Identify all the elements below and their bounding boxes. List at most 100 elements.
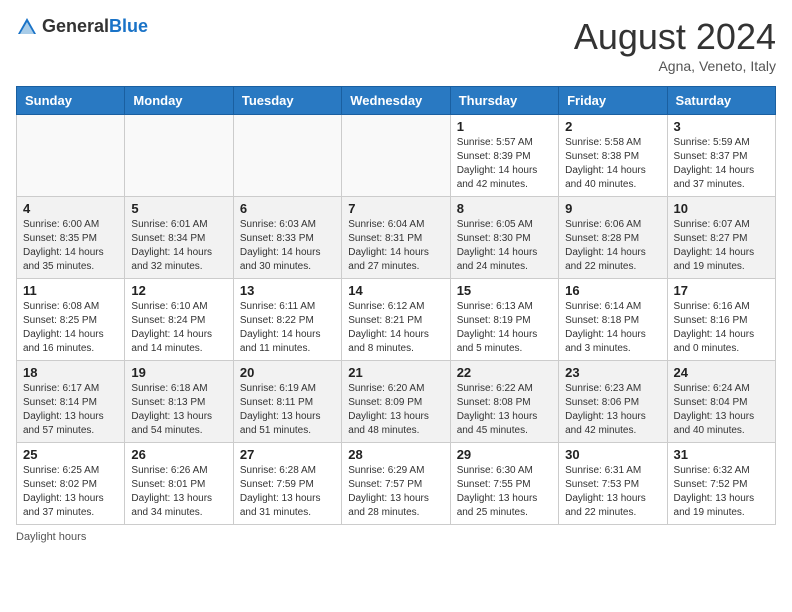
day-info: Sunrise: 6:31 AM Sunset: 7:53 PM Dayligh… xyxy=(565,464,660,520)
calendar-day-header: Monday xyxy=(125,87,233,115)
day-number: 6 xyxy=(240,201,335,216)
calendar-cell: 8 Sunrise: 6:05 AM Sunset: 8:30 PM Daylig… xyxy=(450,197,558,279)
calendar-day-header: Tuesday xyxy=(233,87,341,115)
day-info: Sunrise: 6:26 AM Sunset: 8:01 PM Dayligh… xyxy=(131,464,226,520)
calendar-cell: 28 Sunrise: 6:29 AM Sunset: 7:57 PM Dayli… xyxy=(342,443,450,525)
day-info: Sunrise: 6:25 AM Sunset: 8:02 PM Dayligh… xyxy=(23,464,118,520)
calendar-cell: 7 Sunrise: 6:04 AM Sunset: 8:31 PM Daylig… xyxy=(342,197,450,279)
calendar-cell: 23 Sunrise: 6:23 AM Sunset: 8:06 PM Dayli… xyxy=(559,361,667,443)
calendar-cell: 31 Sunrise: 6:32 AM Sunset: 7:52 PM Dayli… xyxy=(667,443,775,525)
day-number: 23 xyxy=(565,365,660,380)
calendar-cell: 21 Sunrise: 6:20 AM Sunset: 8:09 PM Dayli… xyxy=(342,361,450,443)
day-info: Sunrise: 6:07 AM Sunset: 8:27 PM Dayligh… xyxy=(674,218,769,274)
day-number: 9 xyxy=(565,201,660,216)
day-number: 15 xyxy=(457,283,552,298)
day-info: Sunrise: 6:06 AM Sunset: 8:28 PM Dayligh… xyxy=(565,218,660,274)
calendar-cell: 25 Sunrise: 6:25 AM Sunset: 8:02 PM Dayli… xyxy=(17,443,125,525)
calendar-cell: 27Sunrise: 6:28 AM Sunset: 7:59 PM Dayli… xyxy=(233,443,341,525)
calendar-week-row: 18Sunrise: 6:17 AM Sunset: 8:14 PM Dayli… xyxy=(17,361,776,443)
day-info: Sunrise: 6:14 AM Sunset: 8:18 PM Dayligh… xyxy=(565,300,660,356)
day-info: Sunrise: 6:22 AM Sunset: 8:08 PM Dayligh… xyxy=(457,382,552,438)
day-info: Sunrise: 6:08 AM Sunset: 8:25 PM Dayligh… xyxy=(23,300,118,356)
calendar: SundayMondayTuesdayWednesdayThursdayFrid… xyxy=(16,86,776,525)
logo: GeneralBlue xyxy=(16,16,148,38)
day-number: 19 xyxy=(131,365,226,380)
footer: Daylight hours xyxy=(16,531,776,543)
title-area: August 2024 Agna, Veneto, Italy xyxy=(574,16,776,74)
day-info: Sunrise: 5:59 AM Sunset: 8:37 PM Dayligh… xyxy=(674,136,769,192)
day-number: 25 xyxy=(23,447,118,462)
header: GeneralBlue August 2024 Agna, Veneto, It… xyxy=(16,16,776,74)
day-info: Sunrise: 6:17 AM Sunset: 8:14 PM Dayligh… xyxy=(23,382,118,438)
day-info: Sunrise: 6:20 AM Sunset: 8:09 PM Dayligh… xyxy=(348,382,443,438)
day-info: Sunrise: 6:13 AM Sunset: 8:19 PM Dayligh… xyxy=(457,300,552,356)
calendar-cell: 30 Sunrise: 6:31 AM Sunset: 7:53 PM Dayli… xyxy=(559,443,667,525)
calendar-cell: 16Sunrise: 6:14 AM Sunset: 8:18 PM Dayli… xyxy=(559,279,667,361)
day-info: Sunrise: 6:19 AM Sunset: 8:11 PM Dayligh… xyxy=(240,382,335,438)
daylight-hours-label: Daylight hours xyxy=(16,531,86,543)
calendar-cell: 14 Sunrise: 6:12 AM Sunset: 8:21 PM Dayli… xyxy=(342,279,450,361)
day-number: 22 xyxy=(457,365,552,380)
day-number: 7 xyxy=(348,201,443,216)
day-number: 5 xyxy=(131,201,226,216)
day-number: 20 xyxy=(240,365,335,380)
calendar-week-row: 25 Sunrise: 6:25 AM Sunset: 8:02 PM Dayli… xyxy=(17,443,776,525)
day-info: Sunrise: 6:29 AM Sunset: 7:57 PM Dayligh… xyxy=(348,464,443,520)
day-number: 29 xyxy=(457,447,552,462)
day-info: Sunrise: 6:24 AM Sunset: 8:04 PM Dayligh… xyxy=(674,382,769,438)
calendar-cell xyxy=(17,115,125,197)
logo-text: GeneralBlue xyxy=(42,17,148,37)
calendar-day-header: Sunday xyxy=(17,87,125,115)
day-number: 12 xyxy=(131,283,226,298)
calendar-cell: 24 Sunrise: 6:24 AM Sunset: 8:04 PM Dayli… xyxy=(667,361,775,443)
day-number: 10 xyxy=(674,201,769,216)
calendar-header-row: SundayMondayTuesdayWednesdayThursdayFrid… xyxy=(17,87,776,115)
day-number: 28 xyxy=(348,447,443,462)
day-number: 8 xyxy=(457,201,552,216)
day-number: 3 xyxy=(674,119,769,134)
day-number: 30 xyxy=(565,447,660,462)
day-info: Sunrise: 6:04 AM Sunset: 8:31 PM Dayligh… xyxy=(348,218,443,274)
day-info: Sunrise: 6:23 AM Sunset: 8:06 PM Dayligh… xyxy=(565,382,660,438)
calendar-cell: 5 Sunrise: 6:01 AM Sunset: 8:34 PM Daylig… xyxy=(125,197,233,279)
day-info: Sunrise: 6:32 AM Sunset: 7:52 PM Dayligh… xyxy=(674,464,769,520)
calendar-cell: 11Sunrise: 6:08 AM Sunset: 8:25 PM Dayli… xyxy=(17,279,125,361)
day-number: 4 xyxy=(23,201,118,216)
day-number: 21 xyxy=(348,365,443,380)
logo-general: General xyxy=(42,16,109,36)
day-number: 26 xyxy=(131,447,226,462)
day-number: 13 xyxy=(240,283,335,298)
day-info: Sunrise: 6:10 AM Sunset: 8:24 PM Dayligh… xyxy=(131,300,226,356)
calendar-cell: 10 Sunrise: 6:07 AM Sunset: 8:27 PM Dayli… xyxy=(667,197,775,279)
calendar-week-row: 11Sunrise: 6:08 AM Sunset: 8:25 PM Dayli… xyxy=(17,279,776,361)
day-number: 24 xyxy=(674,365,769,380)
calendar-week-row: 4Sunrise: 6:00 AM Sunset: 8:35 PM Daylig… xyxy=(17,197,776,279)
location: Agna, Veneto, Italy xyxy=(574,58,776,74)
calendar-day-header: Thursday xyxy=(450,87,558,115)
calendar-cell: 2 Sunrise: 5:58 AM Sunset: 8:38 PM Daylig… xyxy=(559,115,667,197)
day-info: Sunrise: 5:58 AM Sunset: 8:38 PM Dayligh… xyxy=(565,136,660,192)
day-number: 2 xyxy=(565,119,660,134)
day-info: Sunrise: 6:03 AM Sunset: 8:33 PM Dayligh… xyxy=(240,218,335,274)
calendar-cell: 1Sunrise: 5:57 AM Sunset: 8:39 PM Daylig… xyxy=(450,115,558,197)
calendar-week-row: 1Sunrise: 5:57 AM Sunset: 8:39 PM Daylig… xyxy=(17,115,776,197)
logo-icon xyxy=(16,16,38,38)
calendar-cell: 19 Sunrise: 6:18 AM Sunset: 8:13 PM Dayli… xyxy=(125,361,233,443)
calendar-cell: 9 Sunrise: 6:06 AM Sunset: 8:28 PM Daylig… xyxy=(559,197,667,279)
calendar-cell: 15 Sunrise: 6:13 AM Sunset: 8:19 PM Dayli… xyxy=(450,279,558,361)
day-info: Sunrise: 6:01 AM Sunset: 8:34 PM Dayligh… xyxy=(131,218,226,274)
day-info: Sunrise: 6:12 AM Sunset: 8:21 PM Dayligh… xyxy=(348,300,443,356)
calendar-day-header: Friday xyxy=(559,87,667,115)
calendar-cell: 13Sunrise: 6:11 AM Sunset: 8:22 PM Dayli… xyxy=(233,279,341,361)
day-number: 17 xyxy=(674,283,769,298)
day-number: 31 xyxy=(674,447,769,462)
calendar-day-header: Saturday xyxy=(667,87,775,115)
calendar-cell: 29Sunrise: 6:30 AM Sunset: 7:55 PM Dayli… xyxy=(450,443,558,525)
day-number: 1 xyxy=(457,119,552,134)
calendar-cell xyxy=(342,115,450,197)
calendar-cell xyxy=(233,115,341,197)
day-info: Sunrise: 6:18 AM Sunset: 8:13 PM Dayligh… xyxy=(131,382,226,438)
day-number: 14 xyxy=(348,283,443,298)
day-number: 27 xyxy=(240,447,335,462)
day-info: Sunrise: 6:05 AM Sunset: 8:30 PM Dayligh… xyxy=(457,218,552,274)
